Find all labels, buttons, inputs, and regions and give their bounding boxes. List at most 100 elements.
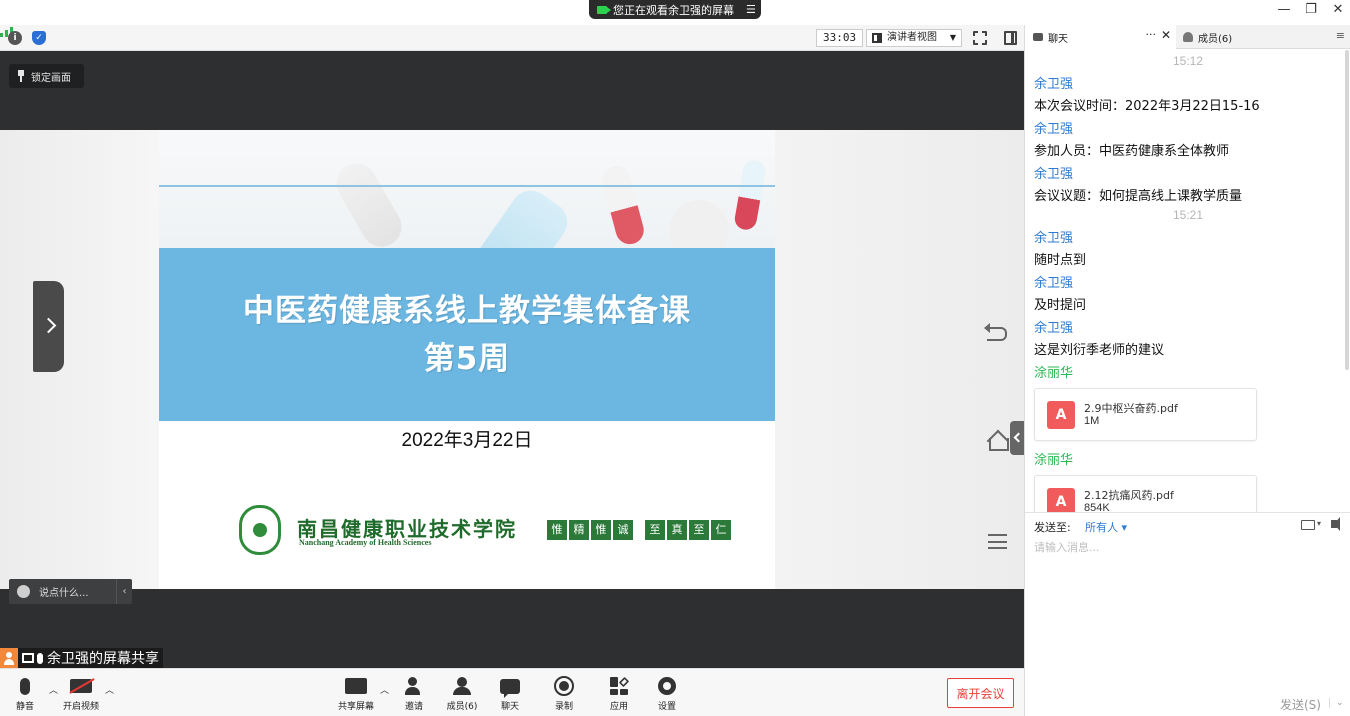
share-screen-label: 共享屏幕: [337, 702, 374, 712]
fullscreen-icon[interactable]: [972, 30, 988, 46]
chat-sender[interactable]: 涂丽华: [1034, 449, 1073, 468]
chat-sender[interactable]: 余卫强: [1034, 73, 1073, 92]
meeting-timer: 33:03: [816, 29, 864, 47]
pdf-icon: A: [1047, 488, 1075, 512]
slide-date: 2022年3月22日: [401, 430, 533, 451]
leave-meeting-button[interactable]: 离开会议: [947, 678, 1014, 708]
panel-tabs: 聊天 ··· ✕ 成员(6) ≡: [1025, 25, 1350, 49]
meeting-controls-bar: 静音 ︿ 开启视频 ︿ 共享屏幕 ︿ 邀请 成员(6) 聊天 录制 应用 设置 …: [0, 668, 1024, 716]
viewing-status-pill[interactable]: 您正在观看余卫强的屏幕 ☰: [589, 0, 761, 19]
chat-label: 聊天: [500, 702, 519, 712]
file-attachment[interactable]: A 2.12抗痛风药.pdf 854K: [1034, 475, 1257, 512]
menu-icon[interactable]: ☰: [746, 3, 756, 16]
school-motto: 惟 精 惟 诚 至 真 至 仁: [547, 520, 731, 540]
chat-sender[interactable]: 余卫强: [1034, 227, 1073, 246]
panel-menu-icon[interactable]: ≡: [1336, 29, 1345, 42]
file-name: 2.9中枢兴奋药.pdf: [1084, 402, 1178, 415]
gear-icon: [658, 677, 676, 695]
expand-sidebar-button[interactable]: [33, 281, 64, 372]
screen-share-icon: [22, 653, 34, 663]
motto-char: 精: [569, 520, 589, 540]
video-options-caret-icon[interactable]: ︿: [105, 683, 114, 696]
tab-chat[interactable]: 聊天 ··· ✕: [1025, 25, 1176, 49]
mute-button[interactable]: 静音: [0, 675, 50, 712]
video-off-icon: [70, 679, 92, 693]
motto-gap: [635, 520, 643, 540]
motto-char: 至: [645, 520, 665, 540]
hamburger-menu-icon[interactable]: [988, 534, 1007, 549]
chat-sender[interactable]: 涂丽华: [1034, 362, 1073, 381]
share-screen-icon: [345, 678, 367, 694]
tab-chat-label: 聊天: [1048, 33, 1068, 45]
collapse-panel-button[interactable]: [1010, 421, 1024, 455]
microphone-icon: [37, 652, 43, 664]
sharer-label-bar: 余卫强的屏幕共享: [0, 648, 163, 668]
chat-timestamp: 15:12: [1172, 54, 1204, 68]
members-icon: [453, 677, 471, 695]
pin-view-label: 锁定画面: [31, 72, 71, 84]
apps-icon: [610, 676, 630, 695]
chat-sender[interactable]: 余卫强: [1034, 163, 1073, 182]
invite-icon: [405, 677, 423, 695]
more-options-icon[interactable]: ···: [1146, 28, 1157, 41]
share-screen-button[interactable]: 共享屏幕: [331, 675, 381, 712]
view-mode-select[interactable]: 演讲者视图 ▼: [866, 29, 962, 47]
settings-label: 设置: [657, 702, 676, 712]
message-compose: 发送至: 所有人 ▾ ▾ 发送(S) ⌄: [1025, 512, 1350, 716]
back-icon[interactable]: [984, 323, 1007, 341]
info-icon[interactable]: i: [8, 31, 22, 45]
tab-members[interactable]: 成员(6): [1177, 25, 1325, 49]
chat-icon: [1033, 33, 1043, 41]
chat-message: 会议议题：如何提高线上课教学质量: [1034, 189, 1243, 204]
camera-icon: [597, 5, 611, 14]
send-options-chevron-icon[interactable]: ⌄: [1329, 698, 1344, 708]
emoji-icon[interactable]: [17, 585, 30, 598]
folder-icon[interactable]: [1301, 520, 1315, 530]
share-options-caret-icon[interactable]: ︿: [380, 683, 389, 696]
settings-button[interactable]: 设置: [642, 675, 692, 712]
slide-title-band: 中医药健康系线上教学集体备课 第5周: [159, 248, 775, 421]
slide-title: 中医药健康系线上教学集体备课: [243, 292, 691, 329]
speaker-view-icon: [872, 33, 882, 43]
chat-scrollbar[interactable]: [1345, 50, 1349, 370]
view-mode-label: 演讲者视图: [887, 32, 937, 43]
speaker-icon[interactable]: [1331, 517, 1340, 531]
shield-icon[interactable]: ✓: [32, 31, 46, 45]
chevron-left-icon[interactable]: ‹: [116, 579, 132, 604]
message-input[interactable]: [1034, 539, 1339, 679]
chat-message: 这是刘衍季老师的建议: [1034, 343, 1165, 358]
presentation-slide: 中医药健康系线上教学集体备课 第5周 2022年3月22日 南昌健康职业技术学院…: [159, 130, 775, 589]
start-video-button[interactable]: 开启视频: [56, 675, 106, 712]
chat-sender[interactable]: 余卫强: [1034, 272, 1073, 291]
chat-message-list[interactable]: 15:12 余卫强 本次会议时间：2022年3月22日15-16 余卫强 参加人…: [1025, 50, 1345, 512]
members-button[interactable]: 成员(6): [437, 675, 487, 712]
apps-button[interactable]: 应用: [594, 675, 644, 712]
chevron-down-icon[interactable]: ▾: [1317, 519, 1321, 528]
record-label: 录制: [554, 702, 573, 712]
close-window-icon[interactable]: ✕: [1326, 2, 1350, 17]
close-icon[interactable]: ✕: [1161, 28, 1171, 42]
motto-char: 仁: [711, 520, 731, 540]
send-to-select[interactable]: 所有人 ▾: [1085, 519, 1127, 535]
side-panel-toggle-icon[interactable]: [1004, 31, 1017, 45]
minimize-icon[interactable]: —: [1272, 2, 1296, 17]
chat-sender[interactable]: 余卫强: [1034, 317, 1073, 336]
file-attachment[interactable]: A 2.9中枢兴奋药.pdf 1M: [1034, 388, 1257, 441]
send-to-value: 所有人: [1085, 521, 1118, 534]
home-icon[interactable]: [986, 432, 1009, 451]
send-button[interactable]: 发送(S): [1280, 696, 1321, 713]
pdf-icon: A: [1047, 401, 1075, 429]
title-bar: 您正在观看余卫强的屏幕 ☰ — ❐ ✕: [0, 0, 1350, 25]
chat-button[interactable]: 聊天: [485, 675, 535, 712]
record-icon: [554, 676, 574, 696]
apps-label: 应用: [609, 702, 628, 712]
record-button[interactable]: 录制: [539, 675, 589, 712]
slide-divider: [159, 185, 775, 187]
quick-comment-box[interactable]: 说点什么... ‹: [9, 579, 132, 604]
pin-view-button[interactable]: 锁定画面: [9, 64, 84, 88]
invite-button[interactable]: 邀请: [389, 675, 439, 712]
avatar: [0, 648, 18, 668]
restore-icon[interactable]: ❐: [1299, 2, 1323, 17]
chat-sender[interactable]: 余卫强: [1034, 118, 1073, 137]
mute-label: 静音: [15, 702, 34, 712]
